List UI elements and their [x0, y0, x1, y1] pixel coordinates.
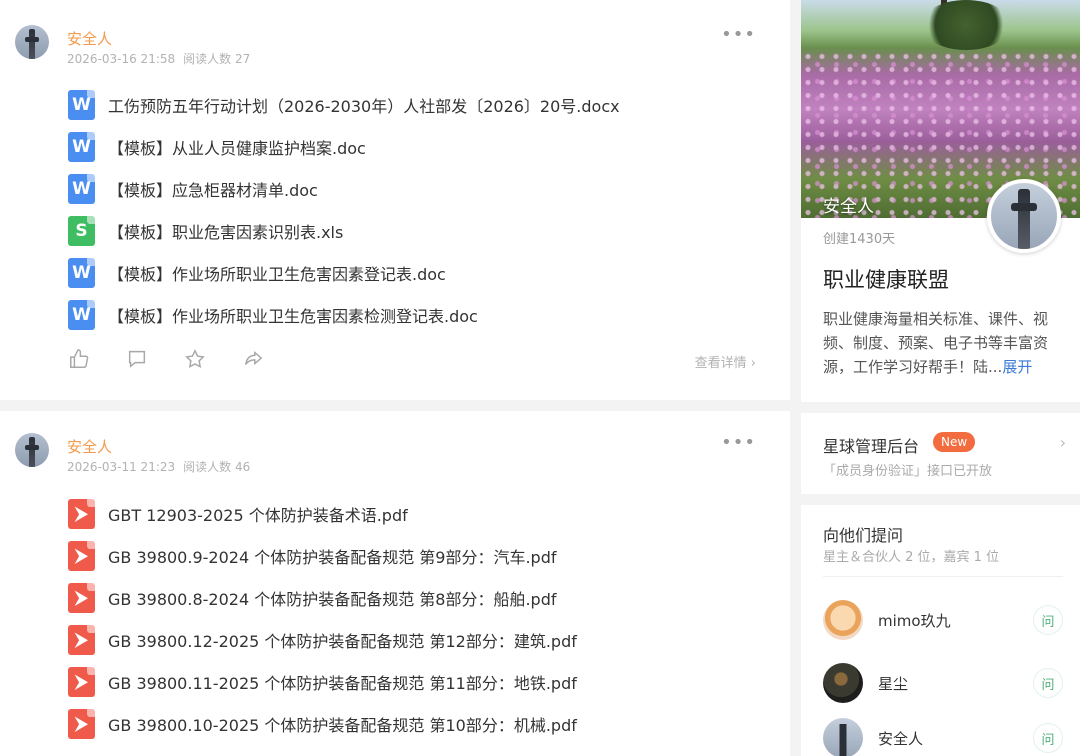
avatar[interactable]: [823, 663, 863, 703]
file-item[interactable]: ⮞ GB 39800.11-2025 个体防护装备配备规范 第11部分：地铁.pd…: [68, 661, 577, 703]
admin-subtitle: 「成员身份验证」接口已开放: [823, 464, 993, 479]
file-name: GB 39800.9-2024 个体防护装备配备规范 第9部分：汽车.pdf: [108, 548, 557, 567]
word-file-icon: W: [68, 132, 95, 162]
word-file-icon: W: [68, 258, 95, 288]
member-name[interactable]: 安全人: [878, 728, 1033, 749]
ask-subtitle: 星主＆合伙人 2 位，嘉宾 1 位: [823, 550, 1000, 565]
avatar[interactable]: [823, 718, 863, 756]
view-detail-label: 查看详情: [694, 356, 747, 371]
post-date: 2026-03-16 21:58: [67, 52, 176, 66]
file-item[interactable]: S 【模板】职业危害因素识别表.xls: [68, 210, 620, 252]
member-name[interactable]: mimo玖九: [878, 610, 1033, 631]
admin-panel-link[interactable]: 星球管理后台 New 「成员身份验证」接口已开放 ›: [801, 413, 1080, 494]
word-file-icon: W: [68, 300, 95, 330]
member-row: 星尘 问: [823, 662, 1063, 704]
post-date: 2026-03-11 21:23: [67, 460, 176, 474]
created-days: 创建1430天: [823, 232, 896, 247]
author-avatar[interactable]: [15, 433, 49, 467]
chevron-right-icon: ›: [1059, 433, 1066, 452]
group-title: 职业健康联盟: [823, 268, 949, 292]
file-item[interactable]: W 【模板】作业场所职业卫生危害因素检测登记表.doc: [68, 294, 620, 336]
star-icon[interactable]: [184, 347, 242, 371]
file-name: 工伤预防五年行动计划（2026-2030年）人社部发〔2026〕20号.docx: [108, 97, 620, 116]
ask-title: 向他们提问: [823, 526, 904, 545]
pdf-file-icon: ⮞: [68, 625, 95, 655]
member-row: 安全人 问: [823, 717, 1063, 756]
file-item[interactable]: W 【模板】从业人员健康监护档案.doc: [68, 126, 620, 168]
word-file-icon: W: [68, 174, 95, 204]
file-item[interactable]: W 【模板】作业场所职业卫生危害因素登记表.doc: [68, 252, 620, 294]
read-count: 阅读人数 46: [183, 460, 251, 474]
file-item[interactable]: W 【模板】应急柜器材清单.doc: [68, 168, 620, 210]
file-list: W 工伤预防五年行动计划（2026-2030年）人社部发〔2026〕20号.doc…: [68, 84, 620, 336]
post-card: 安全人 2026-03-16 21:58 阅读人数 27 ••• W 工伤预防五年行…: [0, 0, 790, 400]
file-name: GBT 12903-2025 个体防护装备术语.pdf: [108, 506, 408, 525]
new-badge: New: [933, 432, 976, 452]
pdf-file-icon: ⮞: [68, 499, 95, 529]
group-profile-card: 安全人 创建1430天 职业健康联盟 职业健康海量相关标准、课件、视频、制度、预…: [801, 0, 1080, 402]
file-name: 【模板】职业危害因素识别表.xls: [108, 223, 344, 242]
ask-button[interactable]: 问: [1033, 668, 1063, 698]
like-icon[interactable]: [68, 347, 126, 371]
file-item[interactable]: ⮞ GB 39800.8-2024 个体防护装备配备规范 第8部分：船舶.pdf: [68, 577, 577, 619]
ask-button[interactable]: 问: [1033, 605, 1063, 635]
file-item[interactable]: ⮞ GBT 12903-2025 个体防护装备术语.pdf: [68, 493, 577, 535]
file-name: 【模板】从业人员健康监护档案.doc: [108, 139, 366, 158]
file-item[interactable]: ⮞ GB 39800.12-2025 个体防护装备配备规范 第12部分：建筑.pd…: [68, 619, 577, 661]
more-dots-icon[interactable]: •••: [721, 432, 756, 453]
file-name: GB 39800.8-2024 个体防护装备配备规范 第8部分：船舶.pdf: [108, 590, 557, 609]
chevron-right-icon: ›: [750, 356, 756, 371]
author-name[interactable]: 安全人: [67, 28, 112, 49]
admin-title: 星球管理后台: [823, 437, 920, 456]
file-name: GB 39800.12-2025 个体防护装备配备规范 第12部分：建筑.pdf: [108, 632, 577, 651]
comment-icon[interactable]: [126, 347, 184, 371]
pdf-file-icon: ⮞: [68, 541, 95, 571]
file-name: 【模板】作业场所职业卫生危害因素检测登记表.doc: [108, 307, 478, 326]
member-row: mimo玖九 问: [823, 599, 1063, 641]
file-name: GB 39800.11-2025 个体防护装备配备规范 第11部分：地铁.pdf: [108, 674, 577, 693]
member-name[interactable]: 星尘: [878, 673, 1033, 694]
post-meta: 2026-03-16 21:58 阅读人数 27: [67, 50, 250, 67]
author-name[interactable]: 安全人: [67, 436, 112, 457]
read-count: 阅读人数 27: [183, 52, 251, 66]
file-item[interactable]: ⮞ GB 39800.10-2025 个体防护装备配备规范 第10部分：机械.pd…: [68, 703, 577, 745]
ask-button[interactable]: 问: [1033, 723, 1063, 753]
file-list: ⮞ GBT 12903-2025 个体防护装备术语.pdf ⮞ GB 39800.9…: [68, 493, 577, 745]
pdf-file-icon: ⮞: [68, 583, 95, 613]
expand-link[interactable]: 展开: [1002, 358, 1032, 376]
file-name: GB 39800.10-2025 个体防护装备配备规范 第10部分：机械.pdf: [108, 716, 577, 735]
word-file-icon: W: [68, 90, 95, 120]
view-detail-link[interactable]: 查看详情 ›: [695, 352, 756, 371]
file-name: 【模板】作业场所职业卫生危害因素登记表.doc: [108, 265, 446, 284]
divider: [823, 576, 1063, 577]
share-icon[interactable]: [242, 347, 300, 371]
group-description: 职业健康海量相关标准、课件、视频、制度、预案、电子书等丰富资源，工作学习好帮手！…: [823, 307, 1067, 379]
group-avatar[interactable]: [987, 179, 1061, 253]
cover-owner-name: 安全人: [823, 197, 874, 217]
ask-panel: 向他们提问 星主＆合伙人 2 位，嘉宾 1 位 mimo玖九 问 星尘 问 安全…: [801, 505, 1080, 756]
post-meta: 2026-03-11 21:23 阅读人数 46: [67, 458, 250, 475]
pdf-file-icon: ⮞: [68, 667, 95, 697]
post-card: 安全人 2026-03-11 21:23 阅读人数 46 ••• ⮞ GBT 129…: [0, 411, 790, 756]
pdf-file-icon: ⮞: [68, 709, 95, 739]
post-actions: [68, 347, 300, 371]
more-dots-icon[interactable]: •••: [721, 24, 756, 45]
file-item[interactable]: ⮞ GB 39800.9-2024 个体防护装备配备规范 第9部分：汽车.pdf: [68, 535, 577, 577]
author-avatar[interactable]: [15, 25, 49, 59]
excel-file-icon: S: [68, 216, 95, 246]
file-item[interactable]: W 工伤预防五年行动计划（2026-2030年）人社部发〔2026〕20号.doc…: [68, 84, 620, 126]
avatar[interactable]: [823, 600, 863, 640]
file-name: 【模板】应急柜器材清单.doc: [108, 181, 318, 200]
